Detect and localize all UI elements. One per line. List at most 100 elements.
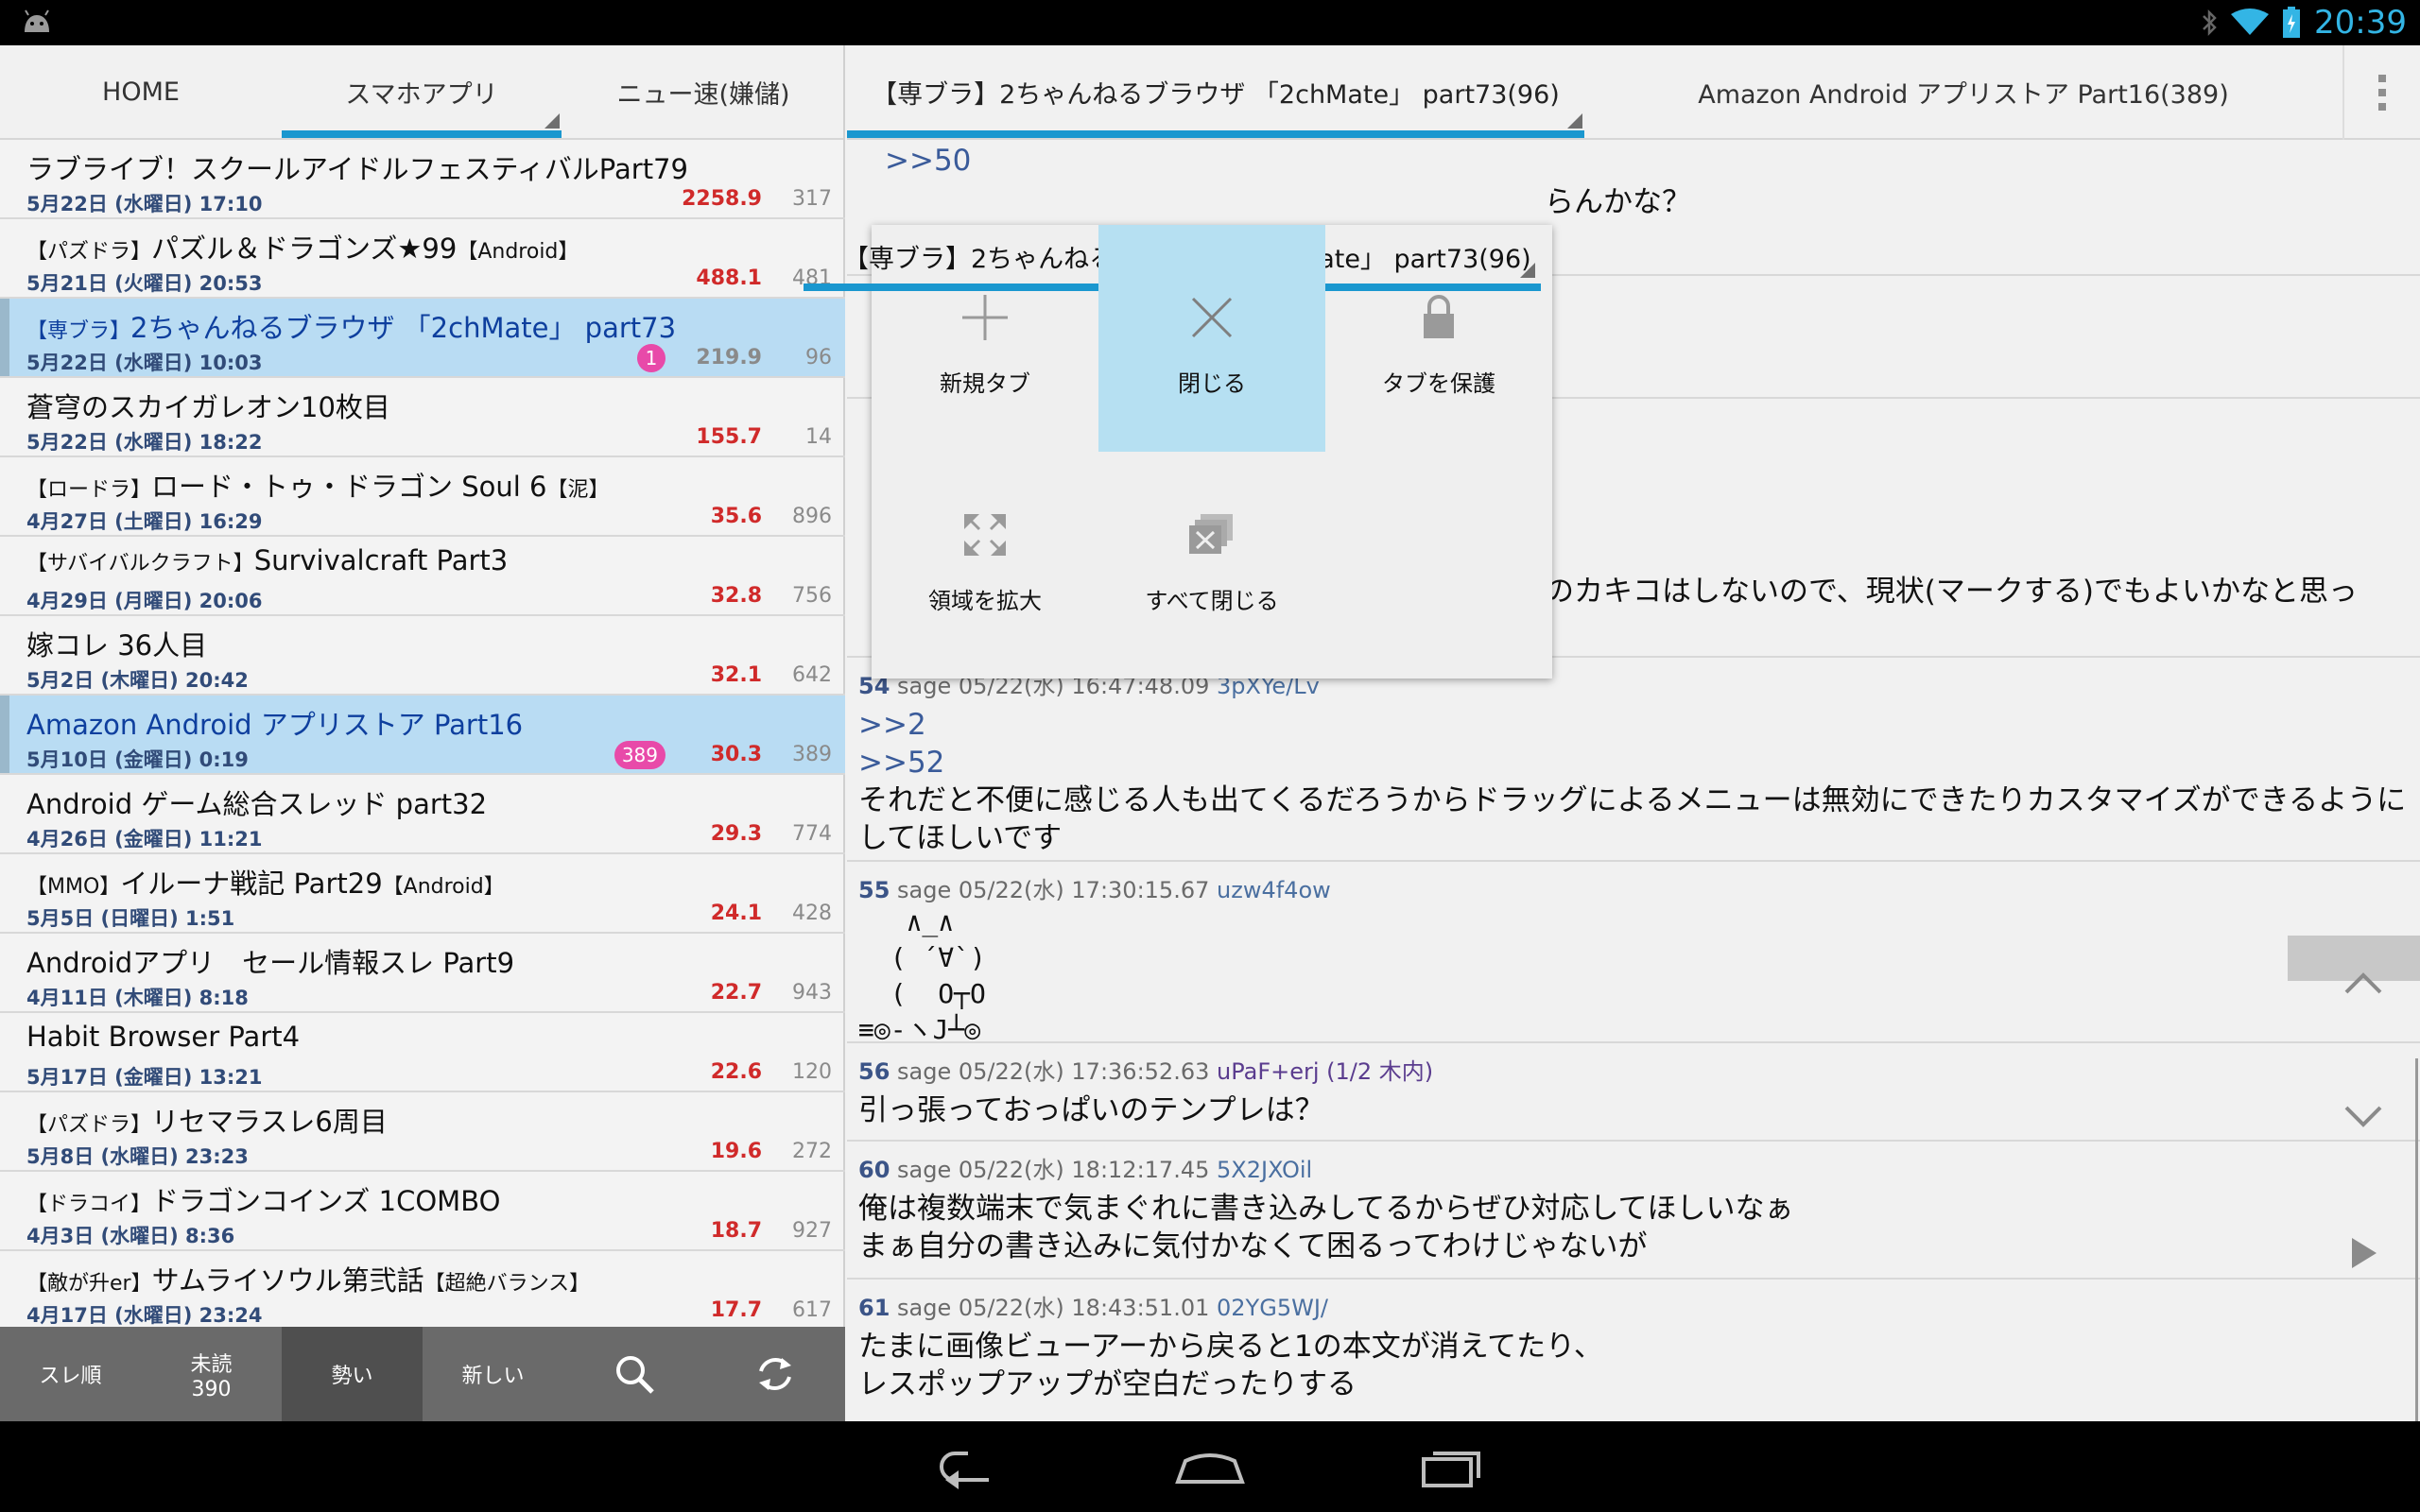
thread-ikioi: 155.7 bbox=[696, 425, 762, 449]
post-number[interactable]: 55 bbox=[858, 877, 890, 903]
thread-date: 5月8日 (水曜日) 23:23 bbox=[26, 1145, 249, 1168]
tab-home[interactable]: HOME bbox=[0, 45, 282, 138]
post-meta: sage 05/22(水) 17:36:52.63 bbox=[897, 1058, 1210, 1085]
thread-title: Androidアプリ セール情報スレ Part9 bbox=[26, 947, 515, 979]
refresh-button[interactable] bbox=[704, 1327, 845, 1421]
back-icon[interactable] bbox=[930, 1440, 1006, 1493]
thread-date: 5月22日 (水曜日) 17:10 bbox=[26, 193, 263, 215]
list-item[interactable]: Habit Browser Part4 5月17日 (金曜日) 13:21 22… bbox=[0, 1013, 845, 1092]
tab-amazon-thread[interactable]: Amazon Android アプリストア Part16(389) bbox=[1584, 45, 2342, 138]
recents-icon[interactable] bbox=[1414, 1440, 1490, 1493]
android-icon bbox=[25, 9, 49, 32]
thread-ikioi: 488.1 bbox=[696, 266, 762, 290]
tab-2chmate-thread[interactable]: 【専ブラ】2ちゃんねるブラウザ 「2chMate」 part73(96) bbox=[847, 45, 1584, 138]
thread-date: 5月21日 (火曜日) 20:53 bbox=[26, 272, 263, 295]
thread-count: 14 bbox=[805, 425, 832, 449]
post-number[interactable]: 61 bbox=[858, 1295, 890, 1321]
post-id[interactable]: uzw4f4ow bbox=[1217, 877, 1331, 903]
scroll-up-button[interactable] bbox=[2335, 954, 2392, 1011]
unread-count: 390 bbox=[191, 1377, 232, 1401]
new-tab-button[interactable]: 新規タブ bbox=[872, 225, 1098, 452]
list-item[interactable]: 蒼穹のスカイガレオン10枚目 5月22日 (水曜日) 18:22 155.7 1… bbox=[0, 378, 845, 457]
list-item[interactable]: 【ドラコイ】ドラゴンコインズ 1COMBO 4月3日 (水曜日) 8:36 18… bbox=[0, 1172, 845, 1251]
thread-ikioi: 19.6 bbox=[710, 1140, 762, 1163]
post-meta: sage 05/22(水) 18:43:51.01 bbox=[897, 1295, 1210, 1321]
overflow-menu-icon[interactable] bbox=[2342, 45, 2420, 140]
list-item[interactable]: 【サバイバルクラフト】Survivalcraft Part3 4月29日 (月曜… bbox=[0, 537, 845, 616]
post-text: 俺は複数端末で気まぐれに書き込みしてるからぜひ対応してほしいなぁ まぁ自分の書き… bbox=[858, 1192, 1794, 1263]
thread-count: 756 bbox=[792, 584, 832, 608]
list-item-selected[interactable]: Amazon Android アプリストア Part16 5月10日 (金曜日)… bbox=[0, 696, 845, 775]
close-all-icon bbox=[1189, 514, 1233, 554]
thread-date: 4月27日 (土曜日) 16:29 bbox=[26, 510, 263, 533]
thread-count: 927 bbox=[792, 1219, 832, 1243]
thread-ikioi: 17.7 bbox=[710, 1298, 762, 1322]
thread-title: 【ロードラ】ロード・トゥ・ドラゴン Soul 6【泥】 bbox=[26, 471, 610, 503]
list-item[interactable]: 嫁コレ 36人目 5月2日 (木曜日) 20:42 32.1 642 bbox=[0, 616, 845, 696]
thread-count: 272 bbox=[792, 1140, 832, 1163]
list-item[interactable]: ラブライブ！スクールアイドルフェスティバルPart79 5月22日 (水曜日) … bbox=[0, 140, 845, 219]
thread-date: 4月29日 (月曜日) 20:06 bbox=[26, 590, 263, 612]
post-anchor[interactable]: >>52 bbox=[858, 746, 944, 780]
list-item-selected[interactable]: 【専ブラ】2ちゃんねるブラウザ 「2chMate」 part73 5月22日 (… bbox=[0, 299, 845, 378]
post: 56 sage 05/22(水) 17:36:52.63 uPaF+erj (1… bbox=[847, 1043, 2420, 1142]
thread-ikioi: 32.8 bbox=[710, 584, 762, 608]
home-icon[interactable] bbox=[1172, 1440, 1248, 1493]
thread-title: 嫁コレ 36人目 bbox=[26, 629, 208, 662]
post-header: 60 sage 05/22(水) 18:12:17.45 5X2JXOil bbox=[858, 1151, 2420, 1184]
thread-ikioi: 30.3 bbox=[710, 743, 762, 766]
close-tab-button[interactable]: 閉じる bbox=[1098, 225, 1325, 452]
tab-context-menu: 【専ブラ】2ちゃんねるブラウザ 「2chMate」 part73(96) 新規タ… bbox=[804, 225, 1552, 679]
post-id[interactable]: uPaF+erj (1/2 木内) bbox=[1217, 1058, 1433, 1085]
next-thread-button[interactable] bbox=[2335, 1225, 2392, 1281]
thread-ikioi: 32.1 bbox=[710, 663, 762, 687]
protect-tab-button[interactable]: タブを保護 bbox=[1325, 225, 1552, 452]
close-all-button[interactable]: すべて閉じる bbox=[1098, 452, 1325, 679]
post-number[interactable]: 60 bbox=[858, 1157, 890, 1183]
thread-title: Habit Browser Part4 bbox=[26, 1021, 301, 1053]
list-item[interactable]: 【ロードラ】ロード・トゥ・ドラゴン Soul 6【泥】 4月27日 (土曜日) … bbox=[0, 457, 845, 537]
list-item[interactable]: Android ゲーム総合スレッド part32 4月26日 (金曜日) 11:… bbox=[0, 775, 845, 854]
sort-by-order-button[interactable]: スレ順 bbox=[0, 1327, 141, 1421]
thread-ikioi: 22.7 bbox=[710, 981, 762, 1005]
thread-date: 4月26日 (金曜日) 11:21 bbox=[26, 828, 263, 850]
list-item[interactable]: 【パズドラ】リセマラスレ6周目 5月8日 (水曜日) 23:23 19.6 27… bbox=[0, 1092, 845, 1172]
thread-date: 4月11日 (木曜日) 8:18 bbox=[26, 987, 249, 1009]
tab-smartphone-apps[interactable]: スマホアプリ bbox=[282, 45, 562, 138]
lock-icon bbox=[1424, 295, 1454, 338]
post-header: 56 sage 05/22(水) 17:36:52.63 uPaF+erj (1… bbox=[858, 1053, 2420, 1086]
thread-date: 4月17日 (水曜日) 23:24 bbox=[26, 1304, 263, 1327]
post-text: それだと不便に感じる人も出てくるだろうからドラッグによるメニューは無効にできたり… bbox=[858, 783, 2407, 855]
post-anchor[interactable]: >>50 bbox=[885, 144, 971, 178]
list-item[interactable]: 【MMO】イルーナ戦記 Part29【Android】 5月5日 (日曜日) 1… bbox=[0, 854, 845, 934]
sort-by-ikioi-button[interactable]: 勢い bbox=[282, 1327, 423, 1421]
scroll-down-button[interactable] bbox=[2335, 1089, 2392, 1145]
sort-by-new-button[interactable]: 新しい bbox=[423, 1327, 563, 1421]
thread-date: 5月2日 (木曜日) 20:42 bbox=[26, 669, 249, 692]
expand-area-button[interactable]: 領域を拡大 bbox=[872, 452, 1098, 679]
thread-title: 【ドラコイ】ドラゴンコインズ 1COMBO bbox=[26, 1185, 501, 1217]
thread-date: 5月22日 (水曜日) 18:22 bbox=[26, 431, 263, 454]
tab-news-kenmo[interactable]: ニュー速(嫌儲) bbox=[562, 45, 845, 138]
thread-title: 蒼穹のスカイガレオン10枚目 bbox=[26, 391, 390, 423]
list-item[interactable]: 【パズドラ】パズル＆ドラゴンズ★99【Android】 5月21日 (火曜日) … bbox=[0, 219, 845, 299]
thread-ikioi: 35.6 bbox=[710, 505, 762, 528]
post-header: 61 sage 05/22(水) 18:43:51.01 02YG5WJ/ bbox=[858, 1289, 2420, 1322]
search-button[interactable] bbox=[563, 1327, 704, 1421]
thread-date: 5月10日 (金曜日) 0:19 bbox=[26, 748, 249, 771]
post-id[interactable]: 5X2JXOil bbox=[1217, 1157, 1312, 1183]
post-meta: sage 05/22(水) 18:12:17.45 bbox=[897, 1157, 1210, 1183]
thread-count: 943 bbox=[792, 981, 832, 1005]
post-meta: sage 05/22(水) 17:30:15.67 bbox=[897, 877, 1210, 903]
post-anchor[interactable]: >>2 bbox=[858, 708, 926, 742]
list-item[interactable]: Androidアプリ セール情報スレ Part9 4月11日 (木曜日) 8:1… bbox=[0, 934, 845, 1013]
thread-count: 896 bbox=[792, 505, 832, 528]
thread-count: 389 bbox=[792, 743, 832, 766]
sort-by-unread-button[interactable]: 未読 390 bbox=[141, 1327, 282, 1421]
list-item[interactable]: 【敵が升er】サムライソウル第弐話【超絶バランス】 4月17日 (水曜日) 23… bbox=[0, 1251, 845, 1327]
post-number[interactable]: 56 bbox=[858, 1058, 890, 1085]
post-id[interactable]: 02YG5WJ/ bbox=[1217, 1295, 1328, 1321]
post-text: 引っ張っておっぱいのテンプレは？ bbox=[858, 1093, 1324, 1127]
thread-date: 5月5日 (日曜日) 1:51 bbox=[26, 907, 235, 930]
thread-title: 【サバイバルクラフト】Survivalcraft Part3 bbox=[26, 544, 509, 576]
